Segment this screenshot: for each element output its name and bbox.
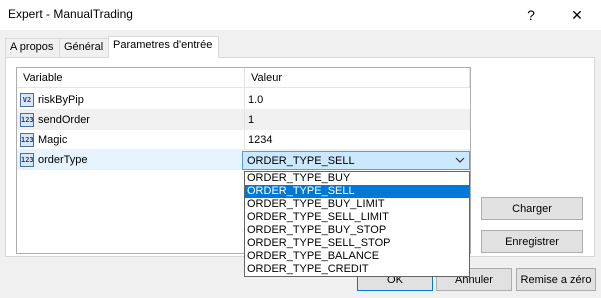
double-type-icon: V2 <box>20 93 34 107</box>
close-icon: ✕ <box>571 6 583 23</box>
tab-general[interactable]: Général <box>59 38 109 57</box>
tab-parametres[interactable]: Parametres d'entrée <box>108 36 219 58</box>
dropdown-option[interactable]: ORDER_TYPE_SELL_LIMIT <box>245 211 469 224</box>
order-type-select[interactable]: ORDER_TYPE_SELL <box>242 151 470 170</box>
dropdown-option-selected[interactable]: ORDER_TYPE_SELL <box>245 185 469 198</box>
tab-a-propos[interactable]: A propos <box>5 38 60 57</box>
reset-button[interactable]: Remise a zéro <box>516 268 596 291</box>
column-header-variable[interactable]: Variable <box>17 68 245 88</box>
param-name: Magic <box>38 134 68 146</box>
order-type-dropdown: ORDER_TYPE_BUY ORDER_TYPE_SELL ORDER_TYP… <box>244 171 470 277</box>
param-value[interactable]: 1234 <box>248 134 272 146</box>
param-name: orderType <box>38 154 88 166</box>
save-button[interactable]: Enregistrer <box>481 230 583 253</box>
param-value[interactable]: 1 <box>248 114 254 126</box>
column-header-value[interactable]: Valeur <box>245 68 470 88</box>
integer-type-icon: 123 <box>20 113 34 127</box>
dropdown-option[interactable]: ORDER_TYPE_SELL_STOP <box>245 237 469 250</box>
param-name: sendOrder <box>38 114 90 126</box>
chevron-down-icon <box>454 154 466 167</box>
dropdown-option[interactable]: ORDER_TYPE_BUY <box>245 172 469 185</box>
load-button[interactable]: Charger <box>481 197 583 220</box>
dropdown-option[interactable]: ORDER_TYPE_BALANCE <box>245 250 469 263</box>
integer-type-icon: 123 <box>20 133 34 147</box>
dropdown-option[interactable]: ORDER_TYPE_BUY_LIMIT <box>245 198 469 211</box>
title-bar: Expert - ManualTrading ? ✕ <box>0 0 601 30</box>
order-type-select-value: ORDER_TYPE_SELL <box>247 155 355 167</box>
window-title: Expert - ManualTrading <box>8 7 133 21</box>
param-value[interactable]: 1.0 <box>248 94 263 106</box>
dropdown-option[interactable]: ORDER_TYPE_CREDIT <box>245 263 469 276</box>
close-button[interactable]: ✕ <box>554 0 600 30</box>
dropdown-option[interactable]: ORDER_TYPE_BUY_STOP <box>245 224 469 237</box>
help-button[interactable]: ? <box>508 0 554 30</box>
param-name: riskByPip <box>38 94 84 106</box>
integer-type-icon: 123 <box>20 153 34 167</box>
